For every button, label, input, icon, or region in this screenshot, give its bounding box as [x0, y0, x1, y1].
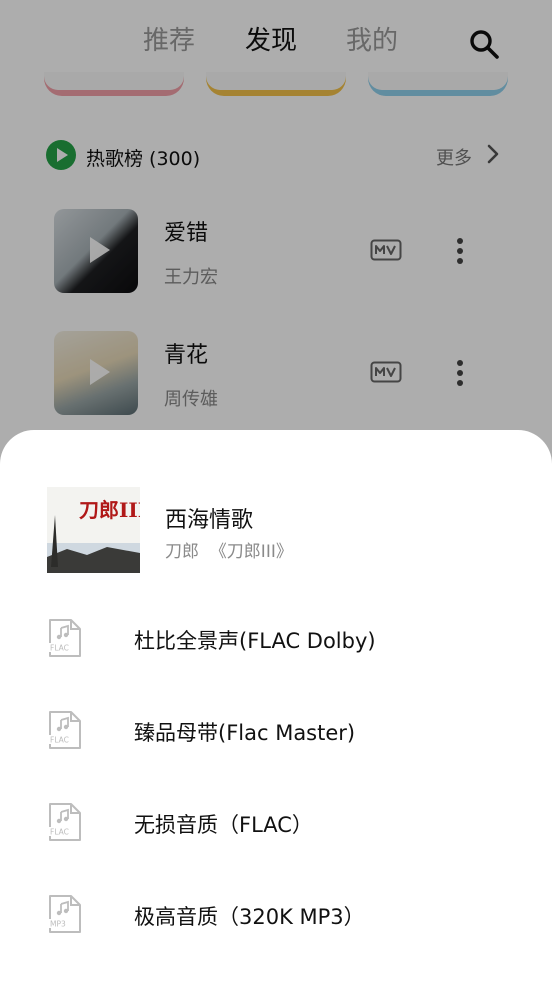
quality-label: 极高音质（320K MP3）: [134, 905, 365, 929]
album-art-title: 刀郎III: [79, 498, 140, 522]
quality-label: 臻品母带(Flac Master): [134, 721, 356, 745]
sheet-song-subtitle: 刀郎 《刀郎III》: [165, 542, 293, 562]
album-art: 刀郎III: [47, 487, 140, 573]
quality-label: 无损音质（FLAC）: [134, 813, 313, 837]
file-badge: FLAC: [50, 828, 69, 837]
sheet-song-title: 西海情歌: [165, 508, 254, 533]
file-badge: FLAC: [50, 736, 69, 745]
music-file-icon: FLAC: [47, 710, 83, 750]
music-file-icon: MP3: [47, 894, 83, 934]
music-file-icon: FLAC: [47, 802, 83, 842]
file-badge: FLAC: [50, 644, 69, 653]
quality-bottom-sheet: 刀郎III 西海情歌 刀郎 《刀郎III》 FLAC 杜比全景声(FLAC Do…: [0, 430, 552, 981]
app-screen: 推荐 发现 我的 热歌榜 (300) 更多 爱错 王力宏 青花 周传雄 刀郎II…: [0, 0, 552, 981]
music-file-icon: FLAC: [47, 618, 83, 658]
quality-option-flac-master[interactable]: FLAC 臻品母带(Flac Master): [0, 700, 552, 760]
quality-option-flac-dolby[interactable]: FLAC 杜比全景声(FLAC Dolby): [0, 608, 552, 668]
quality-option-flac[interactable]: FLAC 无损音质（FLAC）: [0, 792, 552, 852]
quality-label: 杜比全景声(FLAC Dolby): [134, 629, 376, 653]
quality-option-mp3-320k[interactable]: MP3 极高音质（320K MP3）: [0, 884, 552, 944]
file-badge: MP3: [50, 920, 66, 929]
